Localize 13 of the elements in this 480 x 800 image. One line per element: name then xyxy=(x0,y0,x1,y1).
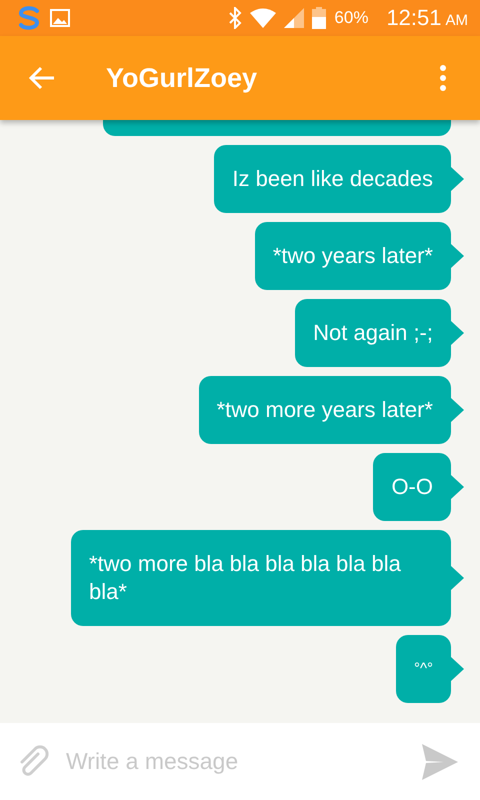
battery-percentage: 60% xyxy=(334,8,368,28)
clock-meridiem: AM xyxy=(446,12,468,29)
more-options-icon[interactable] xyxy=(440,65,446,91)
send-icon[interactable] xyxy=(420,742,460,782)
wifi-icon xyxy=(250,8,276,28)
signal-icon xyxy=(284,8,304,28)
app-logo-icon xyxy=(16,6,42,30)
chat-title: YoGurlZoey xyxy=(106,62,258,94)
image-icon xyxy=(50,9,70,27)
clock-time: 12:51 xyxy=(386,5,442,30)
back-arrow-icon[interactable] xyxy=(28,64,56,92)
battery-icon xyxy=(312,7,326,29)
bluetooth-icon xyxy=(228,7,242,29)
